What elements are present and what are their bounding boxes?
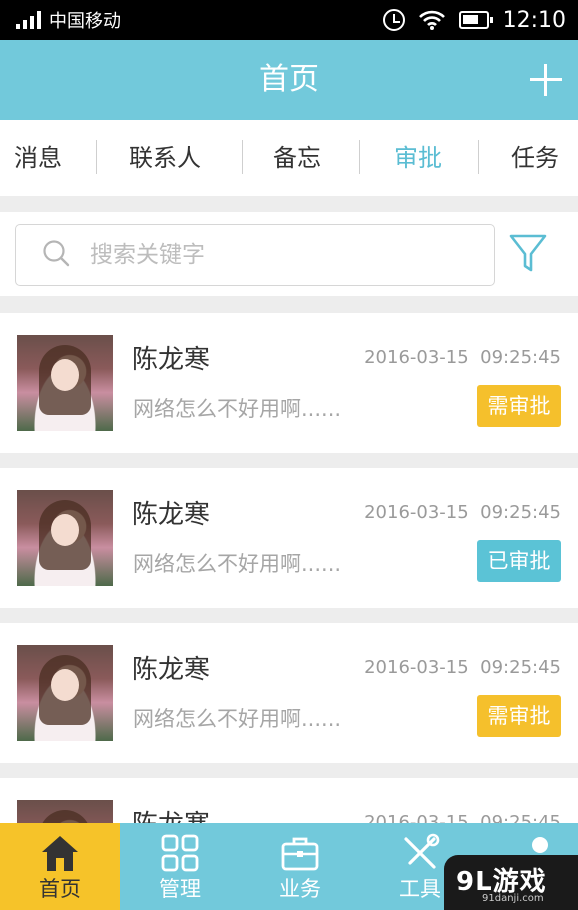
tools-icon	[404, 833, 440, 869]
tab-approval[interactable]: 审批	[394, 120, 442, 196]
tab-divider	[96, 140, 97, 174]
search-icon	[43, 240, 70, 267]
list-item[interactable]: 陈龙寒 2016-03-15 09:25:45 网络怎么不好用啊...... 需…	[0, 313, 578, 453]
item-time: 2016-03-15 09:25:45	[364, 657, 561, 678]
watermark-url: 91danji.com	[482, 893, 544, 904]
grid-icon	[161, 834, 199, 872]
item-time: 2016-03-15 09:25:45	[364, 502, 561, 523]
wifi-icon	[418, 10, 445, 30]
tab-messages[interactable]: 消息	[14, 120, 62, 196]
tab-bar: 消息 联系人 备忘 审批 任务	[0, 120, 578, 196]
item-message: 网络怎么不好用啊......	[133, 552, 342, 576]
search-input[interactable]	[90, 225, 480, 285]
filter-icon[interactable]	[508, 232, 548, 276]
tab-memo[interactable]: 备忘	[273, 120, 321, 196]
home-icon	[42, 836, 78, 871]
status-time: 12:10	[502, 7, 566, 33]
nav-label: 业务	[279, 877, 321, 901]
signal-icon	[16, 11, 41, 29]
nav-label: 首页	[39, 877, 81, 901]
app-header: 首页	[0, 40, 578, 120]
item-name: 陈龙寒	[132, 655, 211, 685]
item-message: 网络怎么不好用啊......	[133, 707, 342, 731]
avatar	[17, 490, 113, 586]
list-item[interactable]: 陈龙寒 2016-03-15 09:25:45 网络怎么不好用啊...... 已…	[0, 468, 578, 608]
tab-tasks[interactable]: 任务	[511, 120, 559, 196]
battery-icon	[458, 11, 493, 29]
nav-home[interactable]: 首页	[0, 823, 120, 910]
search-box[interactable]	[15, 224, 495, 286]
item-name: 陈龙寒	[132, 345, 211, 375]
tab-divider	[478, 140, 479, 174]
nav-label: 管理	[159, 877, 201, 901]
carrier-name: 中国移动	[49, 11, 121, 32]
tab-divider	[359, 140, 360, 174]
status-bar: 中国移动 12:10	[0, 0, 578, 40]
page-title: 首页	[259, 62, 319, 97]
tab-contacts[interactable]: 联系人	[129, 120, 201, 196]
briefcase-icon	[281, 837, 319, 871]
item-time: 2016-03-15 09:25:45	[364, 347, 561, 368]
search-bar	[0, 212, 578, 296]
alarm-icon	[382, 9, 405, 31]
watermark-logo: 9L游戏 91danji.com	[444, 855, 578, 910]
item-name: 陈龙寒	[132, 500, 211, 530]
add-button[interactable]	[528, 62, 564, 98]
nav-manage[interactable]: 管理	[120, 823, 240, 910]
list-item[interactable]: 陈龙寒 2016-03-15 09:25:45 网络怎么不好用啊...... 需…	[0, 623, 578, 763]
tab-divider	[242, 140, 243, 174]
status-badge[interactable]: 需审批	[477, 385, 561, 427]
item-message: 网络怎么不好用啊......	[133, 397, 342, 421]
avatar	[17, 645, 113, 741]
status-badge[interactable]: 已审批	[477, 540, 561, 582]
status-badge[interactable]: 需审批	[477, 695, 561, 737]
avatar	[17, 335, 113, 431]
nav-business[interactable]: 业务	[240, 823, 360, 910]
